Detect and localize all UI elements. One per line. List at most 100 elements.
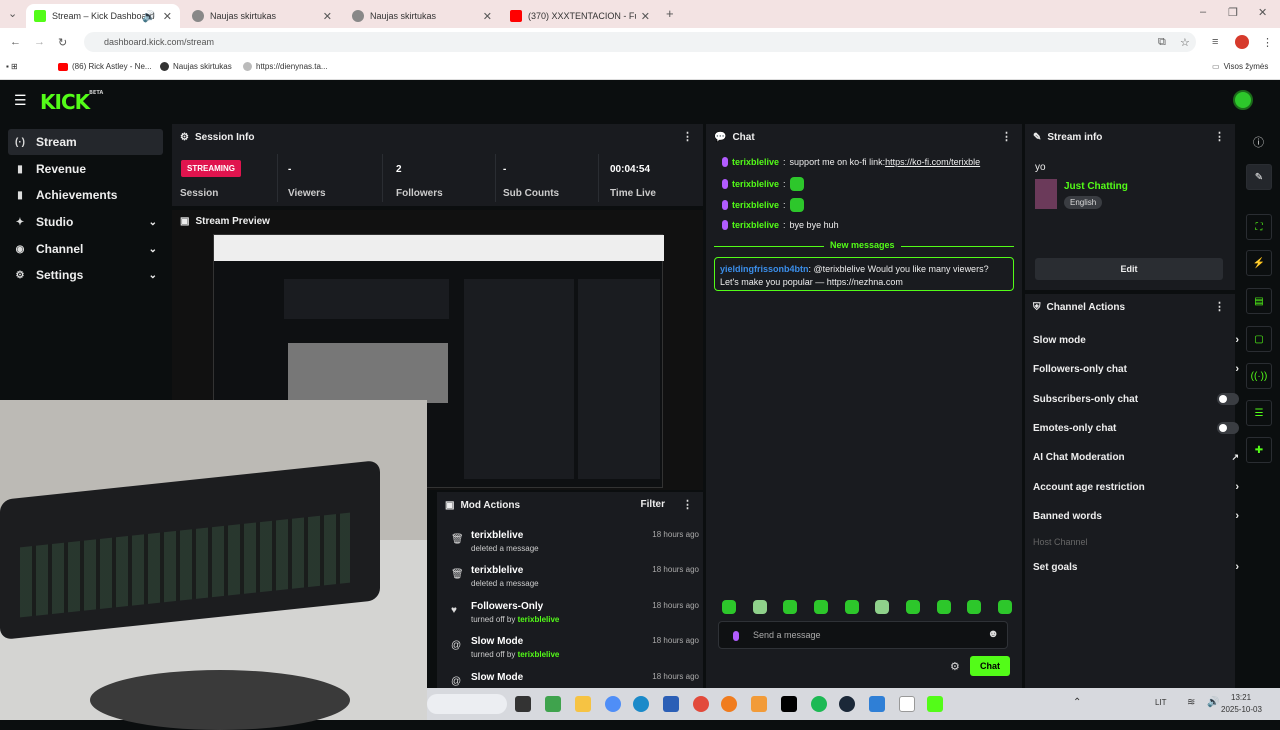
excel-icon[interactable] [545, 696, 561, 712]
emote-icon[interactable] [997, 600, 1012, 614]
sidebar-item-channel[interactable]: ◉ Channel ⌄ [8, 236, 163, 262]
all-bookmarks-folder[interactable]: ▭ Visos žymės [1212, 62, 1268, 71]
account-age-row[interactable]: Account age restriction › [1033, 475, 1239, 499]
chrome-icon[interactable] [693, 696, 709, 712]
bookmark-dienynas[interactable]: https://dienynas.ta... [243, 62, 328, 71]
translate-icon[interactable]: ⧉ [1158, 36, 1166, 49]
taskbar-search[interactable] [427, 694, 507, 714]
emoji-picker-icon[interactable]: ☻ [987, 628, 999, 640]
app-icon[interactable] [751, 696, 767, 712]
tab-youtube[interactable]: (370) XXXTENTACION - Fuc ✕ [502, 4, 658, 28]
edit-stream-info-button[interactable]: Edit [1035, 258, 1223, 280]
file-explorer-icon[interactable] [575, 696, 591, 712]
tab-new-2[interactable]: Naujas skirtukas ✕ [344, 4, 500, 28]
tab-new-1[interactable]: Naujas skirtukas ✕ [184, 4, 340, 28]
chat-settings-icon[interactable]: ⚙ [950, 660, 960, 673]
kick-app-icon[interactable] [927, 696, 943, 712]
emote-icon[interactable] [936, 600, 951, 614]
chat-send-button[interactable]: Chat [970, 656, 1010, 676]
emote-icon[interactable] [813, 600, 828, 614]
filter-button[interactable]: Filter [641, 499, 665, 510]
kick-logo[interactable]: KICKBETA [40, 90, 103, 114]
apps-icon[interactable]: ▪ ⊞ [6, 62, 18, 71]
chat-message: terixblelive: bye bye huh [722, 220, 839, 230]
capcut-icon[interactable] [899, 696, 915, 712]
language-indicator[interactable]: LIT [1155, 698, 1167, 707]
bolt-icon[interactable]: ⚡ [1246, 250, 1272, 276]
menu-icon[interactable]: ⋮ [1262, 36, 1273, 49]
tiktok-icon[interactable] [781, 696, 797, 712]
profile-avatar[interactable] [1235, 35, 1249, 49]
followers-only-row[interactable]: Followers-only chat › [1033, 357, 1239, 381]
sidebar-item-settings[interactable]: ⚙ Settings ⌄ [8, 262, 163, 288]
app-icon[interactable] [869, 696, 885, 712]
volume-icon[interactable]: 🔊 [1207, 697, 1219, 708]
notes-icon[interactable]: ▤ [1246, 288, 1272, 314]
emote-icon[interactable] [967, 600, 982, 614]
close-tab-icon[interactable]: ✕ [163, 10, 172, 23]
fullscreen-icon[interactable]: ⛶ [1246, 214, 1272, 240]
tab-search-icon[interactable]: ⌄ [8, 7, 17, 20]
reload-icon[interactable]: ↻ [58, 36, 67, 49]
subscribers-only-toggle[interactable] [1217, 393, 1239, 405]
emote-icon[interactable] [752, 600, 767, 614]
chat-bubble-icon[interactable]: ▢ [1246, 326, 1272, 352]
more-options-icon[interactable]: ⋮ [1214, 130, 1225, 143]
media-icon[interactable]: ≡ [1212, 36, 1218, 48]
hamburger-menu-icon[interactable]: ☰ [14, 92, 27, 109]
emote-icon[interactable] [844, 600, 859, 614]
wifi-icon[interactable]: ≋ [1187, 697, 1195, 708]
broadcast-icon[interactable]: ((·)) [1246, 363, 1272, 389]
close-tab-icon[interactable]: ✕ [323, 10, 332, 23]
spotify-icon[interactable] [811, 696, 827, 712]
forward-icon[interactable]: → [34, 36, 45, 48]
clock-date[interactable]: 2025-10-03 [1221, 705, 1262, 714]
more-options-icon[interactable]: ⋮ [682, 498, 693, 511]
new-tab-icon[interactable]: + [666, 6, 674, 21]
store-icon[interactable] [663, 696, 679, 712]
chat-link[interactable]: https://ko-fi.com/terixble [885, 157, 980, 167]
more-options-icon[interactable]: ⋮ [682, 130, 693, 143]
task-view-icon[interactable] [515, 696, 531, 712]
chat-input[interactable]: Send a message ☻ [718, 621, 1008, 649]
bookmark-rick[interactable]: (86) Rick Astley - Ne... [58, 62, 152, 71]
audio-icon[interactable]: 🔊 [142, 10, 156, 23]
more-options-icon[interactable]: ⋮ [1001, 130, 1012, 143]
info-icon[interactable]: ⓘ [1253, 134, 1264, 150]
emote-icon[interactable] [783, 600, 798, 614]
emote-icon[interactable] [875, 600, 890, 614]
edit-layout-icon[interactable]: ✎ [1246, 164, 1272, 190]
ai-moderation-row[interactable]: AI Chat Moderation ↗ [1033, 445, 1239, 469]
close-tab-icon[interactable]: ✕ [483, 10, 492, 23]
emotes-only-toggle[interactable] [1217, 422, 1239, 434]
banned-words-row[interactable]: Banned words › [1033, 504, 1239, 528]
bookmark-star-icon[interactable]: ☆ [1180, 36, 1190, 49]
edge-icon[interactable] [633, 696, 649, 712]
close-tab-icon[interactable]: ✕ [641, 10, 650, 23]
steam-icon[interactable] [839, 696, 855, 712]
close-window-icon[interactable]: ✕ [1258, 6, 1267, 19]
url-input[interactable]: dashboard.kick.com/stream [84, 32, 1196, 52]
emote-icon[interactable] [905, 600, 920, 614]
sidebar-item-achievements[interactable]: ▮ Achievements [8, 182, 163, 208]
set-goals-row[interactable]: Set goals › [1033, 555, 1239, 579]
wrench-icon[interactable]: ✚ [1246, 437, 1272, 463]
slow-mode-row[interactable]: Slow mode › [1033, 328, 1239, 352]
bookmark-new-tab[interactable]: Naujas skirtukas [160, 62, 232, 71]
more-options-icon[interactable]: ⋮ [1214, 300, 1225, 313]
sidebar-item-studio[interactable]: ✦ Studio ⌄ [8, 209, 163, 235]
category-link[interactable]: Just Chatting [1064, 181, 1128, 192]
sidebar-item-revenue[interactable]: ▮ Revenue [8, 156, 163, 182]
tab-kick-dashboard[interactable]: Stream – Kick Dashboard 🔊 ✕ [26, 4, 180, 28]
layers-icon[interactable]: ☰ [1246, 400, 1272, 426]
clock-time[interactable]: 13:21 [1231, 693, 1251, 702]
emote-icon[interactable] [722, 600, 736, 614]
tray-overflow-icon[interactable]: ⌃ [1073, 697, 1081, 708]
firefox-icon[interactable] [721, 696, 737, 712]
back-icon[interactable]: ← [10, 36, 21, 48]
user-avatar[interactable] [1233, 90, 1253, 110]
maximize-icon[interactable]: ❐ [1228, 6, 1238, 19]
minimize-icon[interactable]: – [1200, 6, 1206, 18]
copilot-icon[interactable] [605, 696, 621, 712]
sidebar-item-stream[interactable]: (·) Stream [8, 129, 163, 155]
